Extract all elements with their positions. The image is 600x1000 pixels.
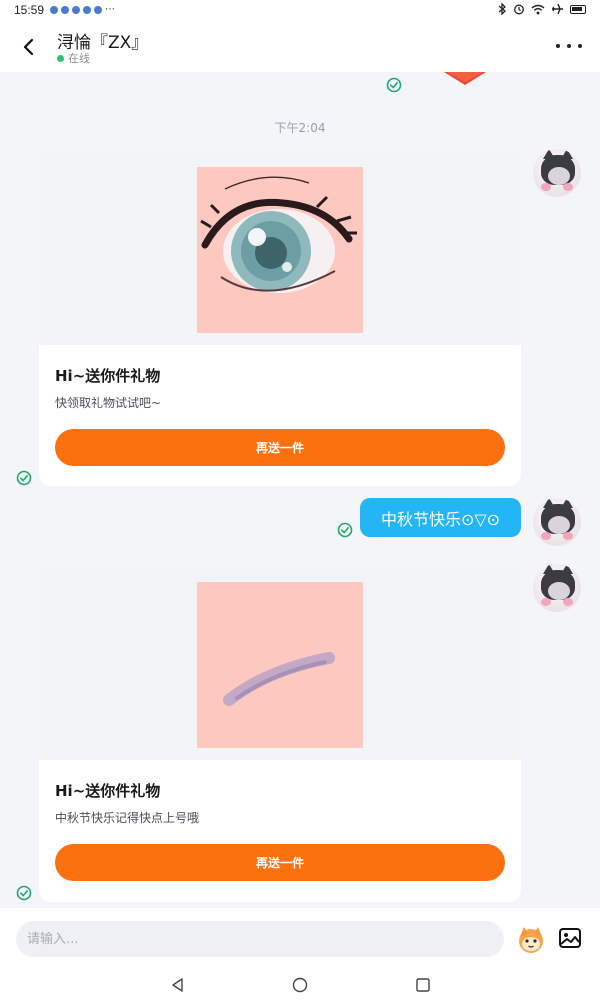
nav-home-icon[interactable]	[292, 977, 308, 993]
anime-eye-image	[197, 167, 363, 333]
message-input[interactable]	[16, 921, 504, 957]
back-button[interactable]	[12, 32, 44, 62]
gift-title: Hi~送你件礼物	[55, 367, 161, 385]
send-another-button[interactable]: 再送一件	[55, 429, 505, 466]
dot-icon	[578, 44, 582, 48]
bluetooth-icon	[498, 3, 506, 15]
chat-messages[interactable]: 下午2:04 Hi~送你件礼物 快领取礼物试试吧~ 再送一件 中秋节快乐⊙▽⊙ …	[0, 72, 600, 908]
gift-image-eye[interactable]	[197, 167, 363, 333]
status-time: 15:59	[14, 3, 45, 17]
notification-dot-icon	[94, 6, 102, 14]
nav-back-icon[interactable]	[170, 977, 186, 993]
battery-icon	[570, 4, 586, 14]
emoji-sticker-icon[interactable]	[515, 923, 547, 955]
text-message-bubble[interactable]: 中秋节快乐⊙▽⊙	[360, 498, 521, 537]
eyebrow-image	[197, 582, 363, 748]
notification-dot-icon	[50, 6, 58, 14]
notification-dot-icon	[83, 6, 91, 14]
chat-header: 浔惀『ZX』 在线	[0, 22, 600, 72]
more-options-button[interactable]	[556, 36, 582, 56]
chevron-left-icon	[23, 38, 34, 56]
gift-image-brow[interactable]	[197, 582, 363, 748]
status-bar: 15:59 ⋯	[0, 0, 600, 22]
nav-recents-icon[interactable]	[415, 977, 431, 993]
notification-dot-icon	[61, 6, 69, 14]
read-check-icon	[16, 885, 32, 901]
gift-description: 快领取礼物试试吧~	[55, 396, 162, 410]
wifi-icon	[531, 4, 545, 14]
gift-sticker-partial	[444, 72, 486, 85]
input-bar	[0, 908, 600, 968]
notification-icons: ⋯	[50, 4, 115, 15]
self-avatar[interactable]	[533, 149, 581, 197]
gift-card[interactable]: Hi~送你件礼物 快领取礼物试试吧~ 再送一件	[39, 149, 521, 486]
online-dot-icon	[57, 54, 64, 62]
dot-icon	[556, 44, 560, 48]
more-notifications-icon: ⋯	[105, 4, 115, 15]
dot-icon	[567, 44, 571, 48]
presence-status: 在线	[57, 50, 90, 66]
image-picker-icon[interactable]	[558, 926, 582, 950]
gift-title: Hi~送你件礼物	[55, 782, 161, 800]
notification-dot-icon	[72, 6, 80, 14]
gift-description: 中秋节快乐记得快点上号哦	[55, 811, 200, 825]
system-nav-bar	[0, 968, 600, 1000]
gift-card[interactable]: Hi~送你件礼物 中秋节快乐记得快点上号哦 再送一件	[39, 564, 521, 902]
message-timestamp: 下午2:04	[274, 121, 326, 135]
alarm-icon	[514, 4, 524, 15]
self-avatar[interactable]	[533, 564, 581, 612]
self-avatar[interactable]	[533, 498, 581, 546]
system-status-icons	[497, 3, 586, 15]
read-check-icon	[386, 77, 402, 93]
read-check-icon	[16, 470, 32, 486]
send-another-button[interactable]: 再送一件	[55, 844, 505, 881]
airplane-icon	[552, 3, 563, 15]
presence-label: 在线	[68, 52, 90, 65]
read-check-icon	[337, 522, 353, 538]
